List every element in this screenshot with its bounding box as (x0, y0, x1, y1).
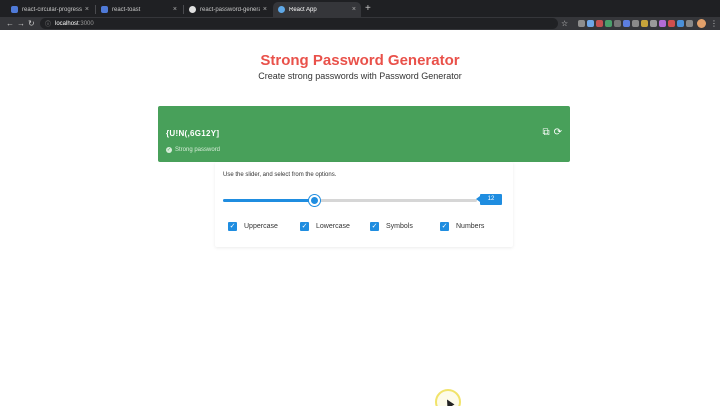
numbers-label: Numbers (456, 223, 485, 230)
browser-menu-icon[interactable]: ⋮ (710, 17, 718, 30)
address-bar[interactable]: ⓘ localhost :3000 (40, 18, 558, 29)
bookmark-star-icon[interactable]: ☆ (561, 17, 568, 30)
browser-tab-1[interactable]: react-circular-progress × (6, 2, 94, 17)
browser-tab-active[interactable]: React App × (273, 2, 361, 17)
refresh-icon[interactable]: ⟳ (554, 127, 562, 138)
options-card: Use the slider, and select from the opti… (215, 162, 513, 247)
uppercase-option[interactable]: ✓ Uppercase (228, 222, 278, 231)
tab-label: React App (289, 6, 317, 13)
slider-thumb[interactable] (308, 195, 320, 206)
url-port: :3000 (78, 20, 94, 27)
lowercase-label: Lowercase (316, 223, 350, 230)
favicon-icon (11, 6, 18, 13)
browser-tab-3[interactable]: react-password-generator/Cr... × (184, 2, 272, 17)
uppercase-label: Uppercase (244, 223, 278, 230)
tab-close-icon[interactable]: × (173, 6, 177, 13)
copy-icon[interactable]: ⧉ (542, 127, 549, 138)
page-title: Strong Password Generator (260, 52, 460, 69)
options-checkbox-group: ✓ Uppercase ✓ Lowercase ✓ Symbols ✓ Numb… (228, 222, 518, 234)
symbols-label: Symbols (386, 223, 413, 230)
back-icon[interactable]: ← (6, 17, 14, 30)
site-info-icon[interactable]: ⓘ (45, 19, 51, 28)
browser-tab-2[interactable]: react-toast × (96, 2, 182, 17)
reload-icon[interactable]: ↻ (28, 17, 35, 30)
forward-icon[interactable]: → (17, 17, 25, 30)
browser-tab-bar: react-circular-progress × react-toast × … (0, 0, 720, 17)
tab-label: react-toast (112, 6, 141, 13)
numbers-option[interactable]: ✓ Numbers (440, 222, 484, 231)
numbers-checkbox[interactable]: ✓ (440, 222, 449, 231)
tab-close-icon[interactable]: × (352, 6, 356, 13)
extension-icon[interactable] (668, 20, 675, 27)
extension-icon[interactable] (614, 20, 621, 27)
profile-avatar[interactable] (697, 19, 706, 28)
extension-icon[interactable] (659, 20, 666, 27)
uppercase-checkbox[interactable]: ✓ (228, 222, 237, 231)
extension-icon[interactable] (686, 20, 693, 27)
check-circle-icon: ✓ (166, 147, 172, 153)
generated-password: {U!N(,6G12Y] (166, 129, 220, 138)
tab-close-icon[interactable]: × (85, 6, 89, 13)
browser-toolbar: ← → ↻ ⓘ localhost :3000 ☆ ⋮ (0, 17, 720, 30)
extension-icon[interactable] (650, 20, 657, 27)
tab-label: react-password-generator/Cr... (200, 6, 260, 13)
github-icon (189, 6, 196, 13)
password-display-card: {U!N(,6G12Y] ⧉ ⟳ ✓ Strong password (158, 106, 570, 162)
extension-icon[interactable] (578, 20, 585, 27)
tab-label: react-circular-progress (22, 6, 82, 13)
lowercase-option[interactable]: ✓ Lowercase (300, 222, 350, 231)
symbols-option[interactable]: ✓ Symbols (370, 222, 413, 231)
password-strength: ✓ Strong password (166, 147, 220, 153)
strength-label: Strong password (175, 147, 221, 153)
length-slider[interactable] (223, 193, 477, 207)
slider-fill (223, 199, 314, 202)
extension-icon[interactable] (587, 20, 594, 27)
password-actions: ⧉ ⟳ (542, 127, 562, 138)
extension-icon[interactable] (677, 20, 684, 27)
extension-icon[interactable] (623, 20, 630, 27)
react-icon (278, 6, 285, 13)
tab-close-icon[interactable]: × (263, 6, 267, 13)
extension-icon[interactable] (605, 20, 612, 27)
extension-icon[interactable] (641, 20, 648, 27)
page-subtitle: Create strong passwords with Password Ge… (258, 71, 462, 81)
url-host: localhost (55, 20, 79, 27)
symbols-checkbox[interactable]: ✓ (370, 222, 379, 231)
favicon-icon (101, 6, 108, 13)
new-tab-button[interactable]: + (365, 3, 371, 15)
lowercase-checkbox[interactable]: ✓ (300, 222, 309, 231)
extension-icon[interactable] (596, 20, 603, 27)
length-value-badge: 12 (476, 194, 502, 205)
extension-icon[interactable] (632, 20, 639, 27)
slider-hint: Use the slider, and select from the opti… (223, 172, 337, 178)
